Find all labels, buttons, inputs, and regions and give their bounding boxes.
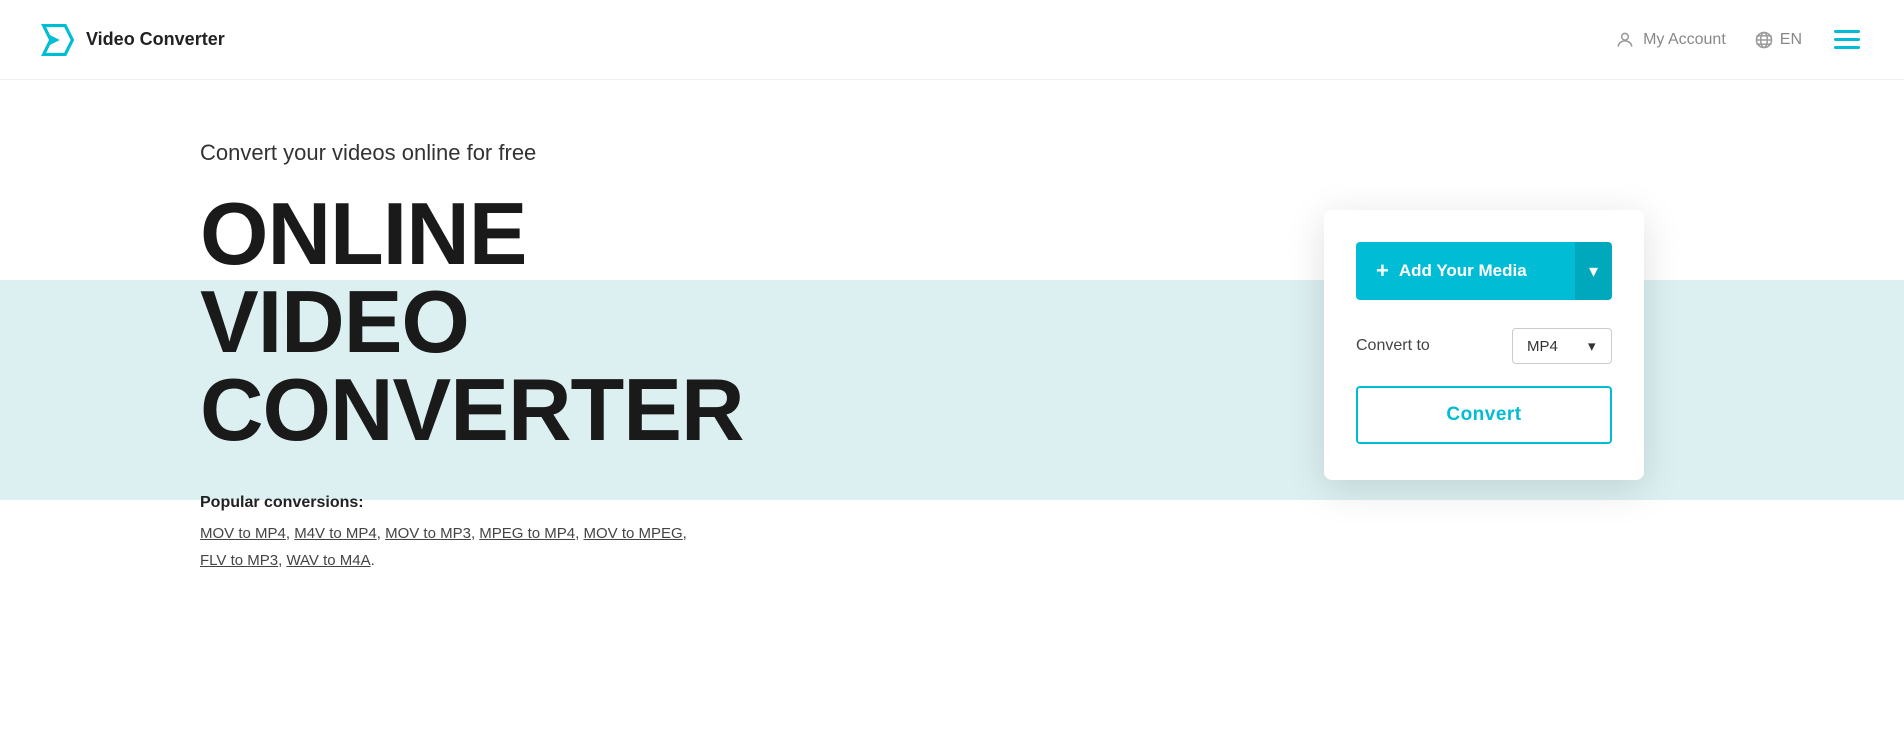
big-title-line2: VIDEO <box>200 272 469 371</box>
language-selector[interactable]: EN <box>1754 30 1802 50</box>
popular-link-m4v-mp4[interactable]: M4V to MP4 <box>294 525 377 542</box>
hamburger-line-2 <box>1834 38 1860 41</box>
header-right: My Account EN <box>1615 26 1864 53</box>
hero-big-title: ONLINE VIDEO CONVERTER <box>200 190 900 454</box>
hamburger-menu[interactable] <box>1830 26 1864 53</box>
format-select[interactable]: MP4 MP3 MOV AVI MKV WMV FLV WEBM M4V MPE… <box>1527 338 1578 355</box>
main-content: Convert your videos online for free ONLI… <box>0 80 1904 748</box>
logo-text: Video Converter <box>86 29 225 50</box>
header: Video Converter My Account EN <box>0 0 1904 80</box>
hamburger-line-1 <box>1834 30 1860 33</box>
globe-icon <box>1754 30 1774 50</box>
my-account-button[interactable]: My Account <box>1615 30 1726 50</box>
popular-link-flv-mp3[interactable]: FLV to MP3 <box>200 552 278 569</box>
my-account-label: My Account <box>1643 31 1726 49</box>
hero-subtitle: Convert your videos online for free <box>200 140 900 166</box>
popular-conversions-label: Popular conversions: <box>200 494 900 512</box>
format-chevron-icon: ▾ <box>1588 337 1596 355</box>
convert-to-row: Convert to MP4 MP3 MOV AVI MKV WMV FLV W… <box>1356 328 1612 364</box>
popular-link-wav-m4a[interactable]: WAV to M4A <box>286 552 370 569</box>
popular-link-mpeg-mp4[interactable]: MPEG to MP4 <box>479 525 575 542</box>
popular-link-mov-mp4[interactable]: MOV to MP4 <box>200 525 286 542</box>
plus-icon: + <box>1376 258 1389 284</box>
big-title-line3: CONVERTER <box>200 360 744 459</box>
chevron-down-icon: ▾ <box>1589 261 1598 282</box>
user-icon <box>1615 30 1635 50</box>
add-media-dropdown-button[interactable]: ▾ <box>1575 242 1612 300</box>
logo-icon <box>40 22 76 58</box>
popular-links-list: MOV to MP4, M4V to MP4, MOV to MP3, MPEG… <box>200 520 900 574</box>
big-title-line1: ONLINE <box>200 184 526 283</box>
converter-card: + Add Your Media ▾ Convert to MP4 MP3 MO… <box>1324 210 1644 480</box>
language-label: EN <box>1780 31 1802 49</box>
popular-link-mov-mpeg[interactable]: MOV to MPEG <box>583 525 682 542</box>
convert-button[interactable]: Convert <box>1356 386 1612 444</box>
convert-to-label: Convert to <box>1356 337 1430 355</box>
format-select-container[interactable]: MP4 MP3 MOV AVI MKV WMV FLV WEBM M4V MPE… <box>1512 328 1612 364</box>
logo-area[interactable]: Video Converter <box>40 22 225 58</box>
hamburger-line-3 <box>1834 46 1860 49</box>
popular-link-mov-mp3[interactable]: MOV to MP3 <box>385 525 471 542</box>
add-media-row: + Add Your Media ▾ <box>1356 242 1612 300</box>
add-media-label: Add Your Media <box>1399 261 1527 281</box>
add-media-button[interactable]: + Add Your Media <box>1356 242 1575 300</box>
hero-text: Convert your videos online for free ONLI… <box>200 140 900 574</box>
